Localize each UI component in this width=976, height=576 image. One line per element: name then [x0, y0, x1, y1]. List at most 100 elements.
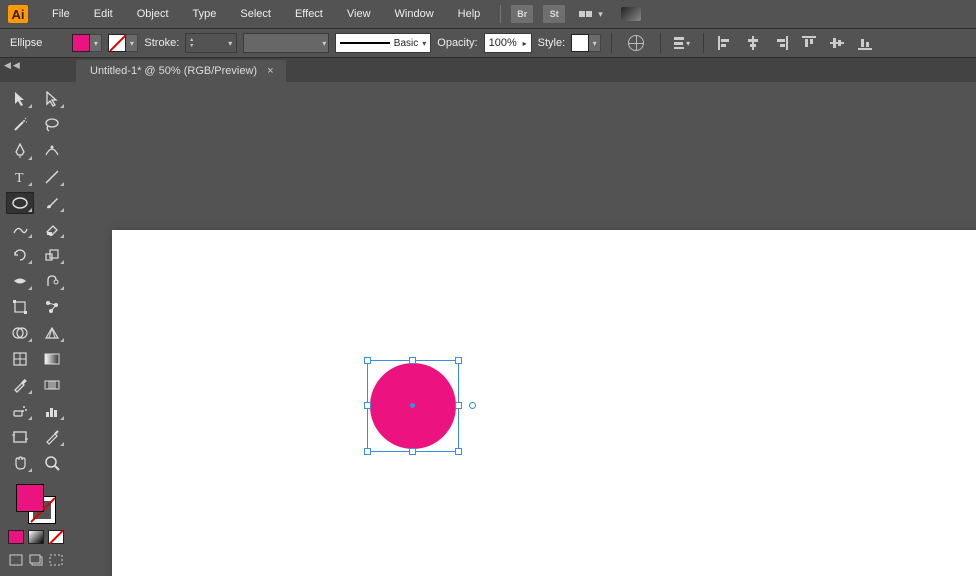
fill-indicator-icon[interactable] — [16, 484, 44, 512]
menu-select[interactable]: Select — [230, 4, 281, 24]
pen-tool[interactable] — [6, 140, 34, 162]
align-top-button[interactable] — [801, 35, 817, 51]
slice-tool[interactable] — [38, 426, 66, 448]
paintbrush-tool[interactable] — [38, 192, 66, 214]
stroke-swatch[interactable]: ▾ — [108, 34, 138, 52]
menu-edit[interactable]: Edit — [84, 4, 123, 24]
selection-bounding-box[interactable] — [367, 360, 459, 452]
menu-type[interactable]: Type — [183, 4, 227, 24]
menu-object[interactable]: Object — [127, 4, 179, 24]
chevron-down-icon[interactable]: ▾ — [90, 34, 102, 52]
separator — [660, 33, 661, 53]
center-point-icon — [410, 403, 415, 408]
artboard[interactable] — [112, 230, 976, 576]
stroke-width-input[interactable]: ▴▾ ▾ — [185, 33, 237, 53]
menu-view[interactable]: View — [337, 4, 381, 24]
selection-tool[interactable] — [6, 88, 34, 110]
live-shape-widget[interactable] — [469, 402, 476, 409]
warp-tool[interactable] — [38, 270, 66, 292]
align-bottom-button[interactable] — [857, 35, 873, 51]
width-tool[interactable] — [6, 270, 34, 292]
blend-tool[interactable] — [38, 374, 66, 396]
stepper-icon[interactable]: ▴▾ — [190, 37, 193, 49]
eraser-tool[interactable] — [38, 218, 66, 240]
separator — [611, 33, 612, 53]
shaper-tool[interactable] — [6, 218, 34, 240]
chevron-down-icon[interactable]: ▾ — [228, 39, 232, 48]
align-vcenter-button[interactable] — [829, 35, 845, 51]
curvature-tool[interactable] — [38, 140, 66, 162]
opacity-label: Opacity: — [437, 37, 477, 49]
zoom-tool[interactable] — [38, 452, 66, 474]
align-hcenter-button[interactable] — [745, 35, 761, 51]
gradient-mode-button[interactable] — [28, 530, 44, 544]
eyedropper-tool[interactable] — [6, 374, 34, 396]
direct-selection-tool[interactable] — [38, 88, 66, 110]
document-viewport[interactable] — [72, 82, 976, 576]
bridge-button[interactable]: Br — [511, 5, 533, 23]
hand-tool[interactable] — [6, 452, 34, 474]
artboard-tool[interactable] — [6, 426, 34, 448]
menu-help[interactable]: Help — [448, 4, 491, 24]
free-transform-tool[interactable] — [6, 296, 34, 318]
resize-handle-n[interactable] — [409, 357, 416, 364]
resize-handle-ne[interactable] — [455, 357, 462, 364]
lasso-tool[interactable] — [38, 114, 66, 136]
color-mode-buttons — [8, 530, 64, 544]
resize-handle-se[interactable] — [455, 448, 462, 455]
expand-panels-button[interactable]: ◀◀ — [4, 60, 22, 71]
gpu-preview-icon[interactable] — [621, 7, 641, 21]
chevron-down-icon[interactable]: ▾ — [686, 39, 690, 48]
draw-behind-button[interactable] — [27, 552, 45, 568]
graphic-style-select[interactable]: ▾ — [571, 34, 601, 52]
menu-file[interactable]: File — [42, 4, 80, 24]
document-tab-title: Untitled-1* @ 50% (RGB/Preview) — [90, 65, 257, 77]
line-tool[interactable] — [38, 166, 66, 188]
chevron-right-icon[interactable]: ▸ — [523, 39, 527, 48]
none-mode-button[interactable] — [48, 530, 64, 544]
resize-handle-e[interactable] — [455, 402, 462, 409]
recolor-artwork-icon[interactable] — [628, 35, 644, 51]
resize-handle-s[interactable] — [409, 448, 416, 455]
align-right-button[interactable] — [773, 35, 789, 51]
close-tab-button[interactable]: × — [267, 65, 273, 77]
magic-wand-tool[interactable] — [6, 114, 34, 136]
align-button[interactable]: ▾ — [674, 35, 690, 51]
opacity-value: 100% — [489, 37, 517, 49]
brush-definition-select[interactable]: Basic ▾ — [335, 33, 431, 53]
type-tool[interactable]: T — [6, 166, 34, 188]
chevron-down-icon[interactable]: ▾ — [322, 39, 326, 48]
arrange-documents-button[interactable]: ▾ — [575, 7, 607, 22]
chevron-down-icon[interactable]: ▾ — [422, 39, 426, 48]
gradient-tool[interactable] — [38, 348, 66, 370]
document-tab[interactable]: Untitled-1* @ 50% (RGB/Preview) × — [76, 60, 286, 82]
color-mode-button[interactable] — [8, 530, 24, 544]
rotate-tool[interactable] — [6, 244, 34, 266]
fill-swatch[interactable]: ▾ — [72, 34, 102, 52]
puppet-warp-tool[interactable] — [38, 296, 66, 318]
perspective-grid-tool[interactable] — [38, 322, 66, 344]
variable-width-profile-select[interactable]: ▾ — [243, 33, 329, 53]
stock-button[interactable]: St — [543, 5, 565, 23]
column-graph-tool[interactable] — [38, 400, 66, 422]
resize-handle-sw[interactable] — [364, 448, 371, 455]
menu-window[interactable]: Window — [385, 4, 444, 24]
resize-handle-w[interactable] — [364, 402, 371, 409]
fill-stroke-indicator[interactable] — [16, 484, 56, 524]
fill-color-icon — [72, 34, 90, 52]
menubar: Ai File Edit Object Type Select Effect V… — [0, 0, 976, 28]
chevron-down-icon[interactable]: ▾ — [126, 34, 138, 52]
chevron-down-icon[interactable]: ▾ — [589, 34, 601, 52]
ellipse-tool[interactable] — [6, 192, 34, 214]
draw-mode-buttons — [7, 552, 65, 568]
mesh-tool[interactable] — [6, 348, 34, 370]
scale-tool[interactable] — [38, 244, 66, 266]
menu-effect[interactable]: Effect — [285, 4, 333, 24]
align-left-button[interactable] — [717, 35, 733, 51]
opacity-input[interactable]: 100% ▸ — [484, 33, 532, 53]
shape-builder-tool[interactable] — [6, 322, 34, 344]
draw-normal-button[interactable] — [7, 552, 25, 568]
draw-inside-button[interactable] — [47, 552, 65, 568]
symbol-sprayer-tool[interactable] — [6, 400, 34, 422]
resize-handle-nw[interactable] — [364, 357, 371, 364]
